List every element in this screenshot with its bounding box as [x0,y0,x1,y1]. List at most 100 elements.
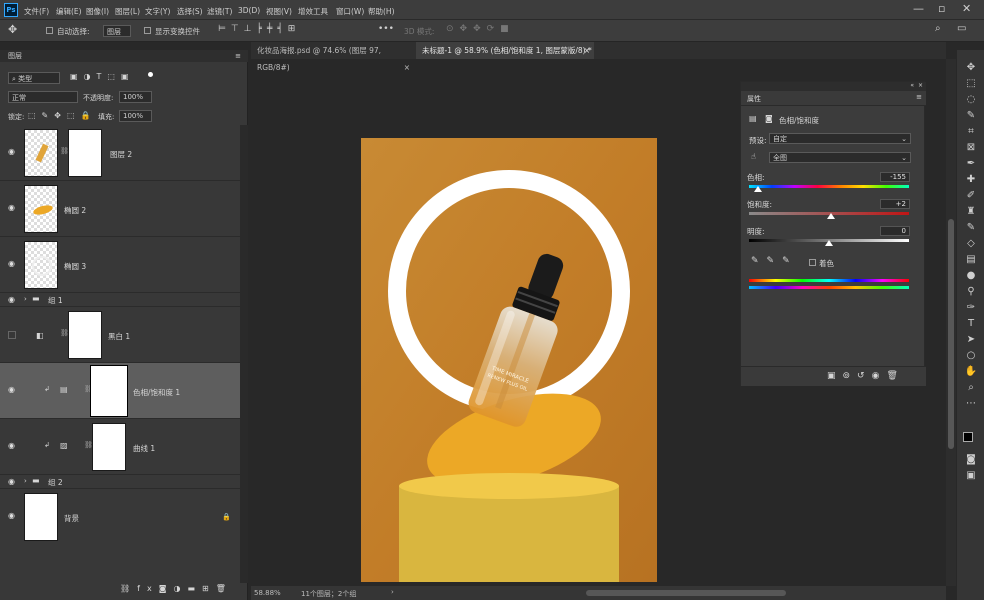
layer-row-selected[interactable]: ◉ ↲ ▤ ⛓ 色相/饱和度 1 [0,363,240,419]
eye-icon[interactable]: ◉ [8,147,15,156]
foreground-color-swatch[interactable] [963,432,973,442]
eye-icon[interactable]: ◉ [8,511,15,520]
colorize-checkbox[interactable] [809,259,816,266]
layer-name[interactable]: 椭圆 2 [64,205,86,216]
menu-window[interactable]: 窗口(W) [336,6,364,17]
screen-mode-icon[interactable]: ▣ [964,470,978,482]
eyedropper-tool-icon[interactable]: ✒ [964,158,978,170]
group-name[interactable]: 组 1 [48,295,63,306]
hue-slider-track[interactable] [749,185,909,188]
quick-mask-icon[interactable]: ◙ [964,454,978,466]
gradient-tool-icon[interactable]: ▤ [964,254,978,266]
chevron-right-icon[interactable]: › [24,295,27,303]
layer-row[interactable]: ◉ 椭圆 3 [0,237,240,293]
workspace-icon[interactable]: ▭ [957,23,966,34]
footer-icons[interactable]: ▣⊚↺◉🗑 [827,371,905,381]
tab-cosmetic-poster[interactable]: 化妆品海报.psd @ 74.6% (图层 97, RGB/8#) × [251,42,414,72]
layer-row[interactable]: ◧ ⛓ 黑白 1 [0,307,240,363]
opacity-input[interactable]: 100% [119,91,152,103]
adjustment-icon[interactable]: ▤ [749,114,757,123]
hand-tool-icon[interactable]: ✋ [964,366,978,378]
layers-panel-title[interactable]: 图层 [0,50,248,62]
mask-icon[interactable]: ◙ [765,114,773,123]
app-icon[interactable]: Ps [4,3,18,17]
history-brush-icon[interactable]: ✎ [964,222,978,234]
search-icon[interactable]: ⌕ [935,23,941,34]
lock-icons[interactable]: ⬚✎✥⬚🔒 [28,111,96,120]
saturation-value-input[interactable]: +2 [880,199,910,209]
pen-tool-icon[interactable]: ✑ [964,302,978,314]
trash-icon[interactable]: 🗑 [216,584,233,593]
quick-select-tool-icon[interactable]: ✎ [964,110,978,122]
group-name[interactable]: 组 2 [48,477,63,488]
layer-mask-thumbnail[interactable] [68,129,102,177]
new-layer-icon[interactable]: ⊞ [202,584,216,593]
lasso-tool-icon[interactable]: ◌ [964,94,978,106]
more-button[interactable]: ••• [378,24,394,34]
zoom-level[interactable]: 58.88% [254,589,281,597]
close-button[interactable]: ✕ [962,2,971,15]
menu-file[interactable]: 文件(F) [24,6,49,17]
group-row[interactable]: ◉ › ▬ 组 2 [0,475,240,489]
lightness-slider-knob[interactable] [825,240,833,246]
layers-scrollbar[interactable] [240,125,248,583]
folder-icon[interactable]: ▬ [187,584,202,593]
close-icon[interactable]: × [584,42,590,59]
layer-name[interactable]: 椭圆 3 [64,261,86,272]
channel-dropdown[interactable]: 全图 ⌄ [769,152,911,163]
menu-image[interactable]: 图像(I) [86,6,109,17]
menu-3d[interactable]: 3D(D) [238,6,260,15]
eye-icon[interactable]: ◉ [8,385,15,394]
layer-mask-thumbnail[interactable] [68,311,102,359]
eyedropper-icons[interactable]: ✎✎✎ [751,256,798,266]
panel-menu-icon[interactable]: ≡ [235,52,241,60]
document-canvas[interactable]: TIME MIRACLE RENEW PLUS OIL [361,138,657,582]
layer-name[interactable]: 色相/饱和度 1 [133,387,180,398]
menu-help[interactable]: 帮助(H) [368,6,395,17]
layer-row[interactable]: ◉ 椭圆 2 [0,181,240,237]
close-icon[interactable]: × [404,59,410,76]
targeted-adjustment-icon[interactable]: ☝ [751,152,756,161]
eye-icon[interactable]: ◉ [8,259,15,268]
crop-tool-icon[interactable]: ⌗ [964,126,978,138]
filter-icons[interactable]: ▣◑T⬚▣ [70,72,135,81]
more-tools-icon[interactable]: ⋯ [964,398,978,410]
layer-row[interactable]: ◉ ↲ ▨ ⛓ 曲线 1 [0,419,240,475]
type-tool-icon[interactable]: T [964,318,978,330]
horizontal-scrollbar[interactable] [586,590,786,596]
lightness-value-input[interactable]: 0 [880,226,910,236]
dodge-tool-icon[interactable]: ⚲ [964,286,978,298]
fx-icon[interactable]: fx [137,584,159,593]
filter-toggle-icon[interactable] [148,72,153,77]
adjustment-layer-icon[interactable]: ◑ [173,584,187,593]
hue-slider-knob[interactable] [754,186,762,192]
brush-tool-icon[interactable]: ✐ [964,190,978,202]
align-icons[interactable]: ⊨⊤⊥╞╪╡⊞ [218,24,300,34]
layer-row[interactable]: ◉ 背景 🔒 [0,489,240,545]
link-icon[interactable]: ⛓ [120,584,137,593]
menu-plugins[interactable]: 增效工具 [298,6,328,17]
group-row[interactable]: ◉ › ▬ 组 1 [0,293,240,307]
layer-mask-thumbnail[interactable] [92,423,126,471]
tab-properties[interactable]: 属性 [747,94,761,104]
saturation-slider-knob[interactable] [827,213,835,219]
frame-tool-icon[interactable]: ⊠ [964,142,978,154]
preset-dropdown[interactable]: 自定 ⌄ [769,133,911,144]
menu-edit[interactable]: 编辑(E) [56,6,82,17]
eye-icon[interactable]: ◉ [8,295,15,304]
layer-name[interactable]: 黑白 1 [108,331,130,342]
maximize-button[interactable]: ▫ [938,2,945,15]
layer-name[interactable]: 曲线 1 [133,443,155,454]
healing-tool-icon[interactable]: ✚ [964,174,978,186]
menu-type[interactable]: 文字(Y) [145,6,170,17]
auto-select-dropdown[interactable]: 图层 [103,25,131,37]
tab-untitled[interactable]: 未标题-1 @ 58.9% (色相/饱和度 1, 图层蒙版/8) * × [416,42,594,59]
stamp-tool-icon[interactable]: ♜ [964,206,978,218]
collapse-icon[interactable]: « [910,82,914,89]
hue-value-input[interactable]: -155 [880,172,910,182]
layer-name[interactable]: 图层 2 [110,149,132,160]
auto-select-checkbox[interactable] [46,27,53,34]
menu-view[interactable]: 视图(V) [266,6,292,17]
chevron-right-icon[interactable]: › [391,588,394,596]
show-transform-checkbox[interactable] [144,27,151,34]
